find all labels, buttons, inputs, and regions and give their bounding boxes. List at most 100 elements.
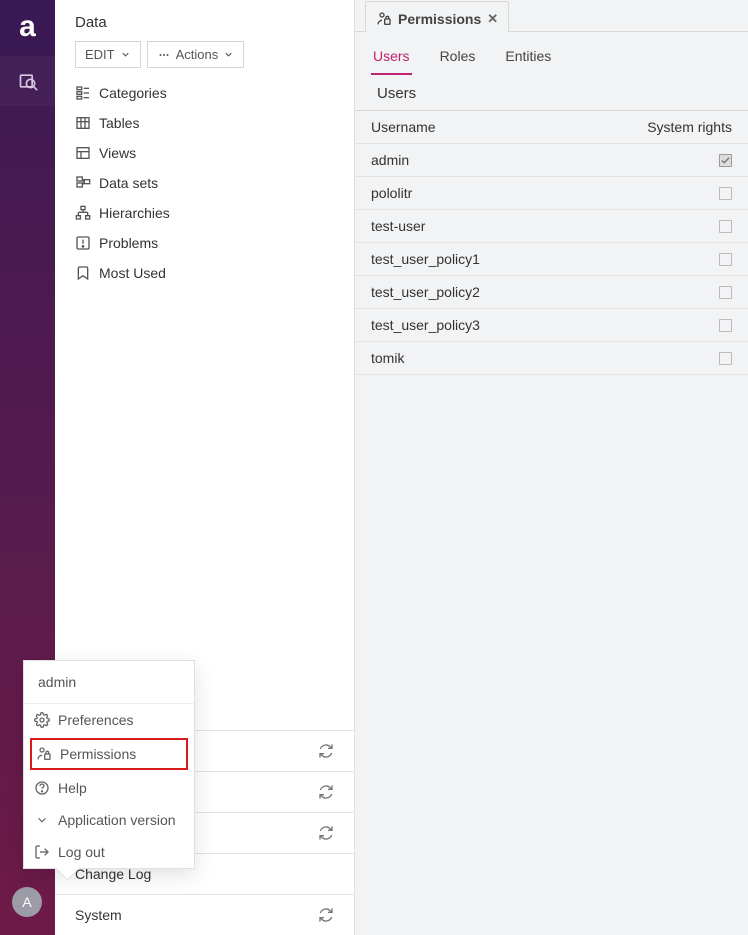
table-row[interactable]: pololitr [355,176,748,209]
problems-icon [75,235,91,251]
table-row[interactable]: test_user_policy2 [355,275,748,308]
refresh-icon[interactable] [318,907,334,923]
system-rights-checkbox[interactable] [719,352,732,365]
refresh-icon[interactable] [318,825,334,841]
cell-username: test_user_policy2 [371,284,622,300]
cell-username: admin [371,152,622,168]
chevron-down-icon [223,49,234,60]
system-rights-checkbox[interactable] [719,220,732,233]
sidebar-item-views[interactable]: Views [67,138,342,168]
table-header: Username System rights [355,110,748,143]
main: Permissions ✕ UsersRolesEntities Users U… [355,0,748,935]
tab-entities[interactable]: Entities [503,42,553,75]
table-row[interactable]: admin [355,143,748,176]
tab-users[interactable]: Users [371,42,412,75]
users-table: Username System rights admin pololitr test… [355,110,748,375]
popover-item-application-version[interactable]: Application version [24,804,194,836]
edit-button-label: EDIT [85,47,115,62]
cell-rights [622,253,732,266]
popover-item-label: Log out [58,844,105,860]
gear-icon [34,712,50,728]
inner-tabs: Users Roles Entities [355,32,748,75]
avatar[interactable]: A [12,887,42,917]
window-tab-label: Permissions [398,11,481,27]
sidebar-item-data-sets[interactable]: Data sets [67,168,342,198]
table-row[interactable]: test-user [355,209,748,242]
popover-item-preferences[interactable]: Preferences [24,704,194,736]
cell-username: tomik [371,350,622,366]
tables-icon [75,115,91,131]
sidebar-item-label: Most Used [99,265,166,281]
data-sets-icon [75,175,91,191]
help-icon [34,780,50,796]
window-tab-permissions[interactable]: Permissions ✕ [365,1,509,32]
refresh-icon[interactable] [318,743,334,759]
popover-item-help[interactable]: Help [24,772,194,804]
popover-item-permissions[interactable]: Permissions [30,738,188,770]
user-popover: admin Preferences Permissions Help Applicat… [23,660,195,869]
sidebar-item-label: Tables [99,115,139,131]
chevron-down-icon [34,812,50,828]
actions-button[interactable]: Actions [147,41,245,68]
window-tabbar: Permissions ✕ [355,0,748,32]
app-logo[interactable]: a [0,2,55,52]
sidebar-item-most-used[interactable]: Most Used [67,258,342,288]
views-icon [75,145,91,161]
sidebar-item-label: Data sets [99,175,158,191]
actions-button-label: Actions [176,47,219,62]
hierarchies-icon [75,205,91,221]
chevron-down-icon [120,49,131,60]
logout-icon [34,844,50,860]
col-username: Username [371,119,622,135]
cell-rights [622,286,732,299]
sidebar-item-hierarchies[interactable]: Hierarchies [67,198,342,228]
tab-roles[interactable]: Roles [438,42,478,75]
permissions-icon [376,11,392,27]
system-rights-checkbox[interactable] [719,187,732,200]
sidebar-title: Data [55,0,354,41]
close-icon[interactable]: ✕ [487,11,498,27]
system-rights-checkbox[interactable] [719,286,732,299]
edit-button[interactable]: EDIT [75,41,141,68]
cell-rights [622,187,732,200]
table-row[interactable]: tomik [355,341,748,375]
popover-item-label: Help [58,780,87,796]
permissions-icon [36,746,52,762]
most-used-icon [75,265,91,281]
cell-rights [622,352,732,365]
cell-username: pololitr [371,185,622,201]
refresh-icon[interactable] [318,784,334,800]
table-row[interactable]: test_user_policy3 [355,308,748,341]
sidebar-section-system[interactable]: System [55,894,354,935]
cell-username: test_user_policy3 [371,317,622,333]
popover-item-label: Preferences [58,712,133,728]
sidebar-item-tables[interactable]: Tables [67,108,342,138]
cell-username: test-user [371,218,622,234]
menu-dots-icon [157,49,171,61]
sidebar-item-label: Hierarchies [99,205,170,221]
categories-icon [75,85,91,101]
system-rights-checkbox[interactable] [719,253,732,266]
sidebar-item-label: Categories [99,85,167,101]
system-rights-checkbox[interactable] [719,154,732,167]
popover-item-label: Permissions [60,746,136,762]
sidebar-item-categories[interactable]: Categories [67,78,342,108]
sidebar-item-problems[interactable]: Problems [67,228,342,258]
popover-username: admin [24,661,194,704]
search-icon[interactable] [0,56,55,106]
section-label: System [75,907,122,923]
cell-rights [622,154,732,167]
popover-item-log-out[interactable]: Log out [24,836,194,868]
sidebar: Data EDIT Actions Categories Tables Views D… [55,0,355,935]
sidebar-nav: Categories Tables Views Data sets Hierarchie… [55,78,354,288]
system-rights-checkbox[interactable] [719,319,732,332]
cell-rights [622,220,732,233]
cell-username: test_user_policy1 [371,251,622,267]
table-row[interactable]: test_user_policy1 [355,242,748,275]
col-rights: System rights [622,119,732,135]
cell-rights [622,319,732,332]
sidebar-item-label: Views [99,145,136,161]
sidebar-item-label: Problems [99,235,158,251]
panel-title: Users [355,75,748,110]
sidebar-toolbar: EDIT Actions [55,41,354,78]
